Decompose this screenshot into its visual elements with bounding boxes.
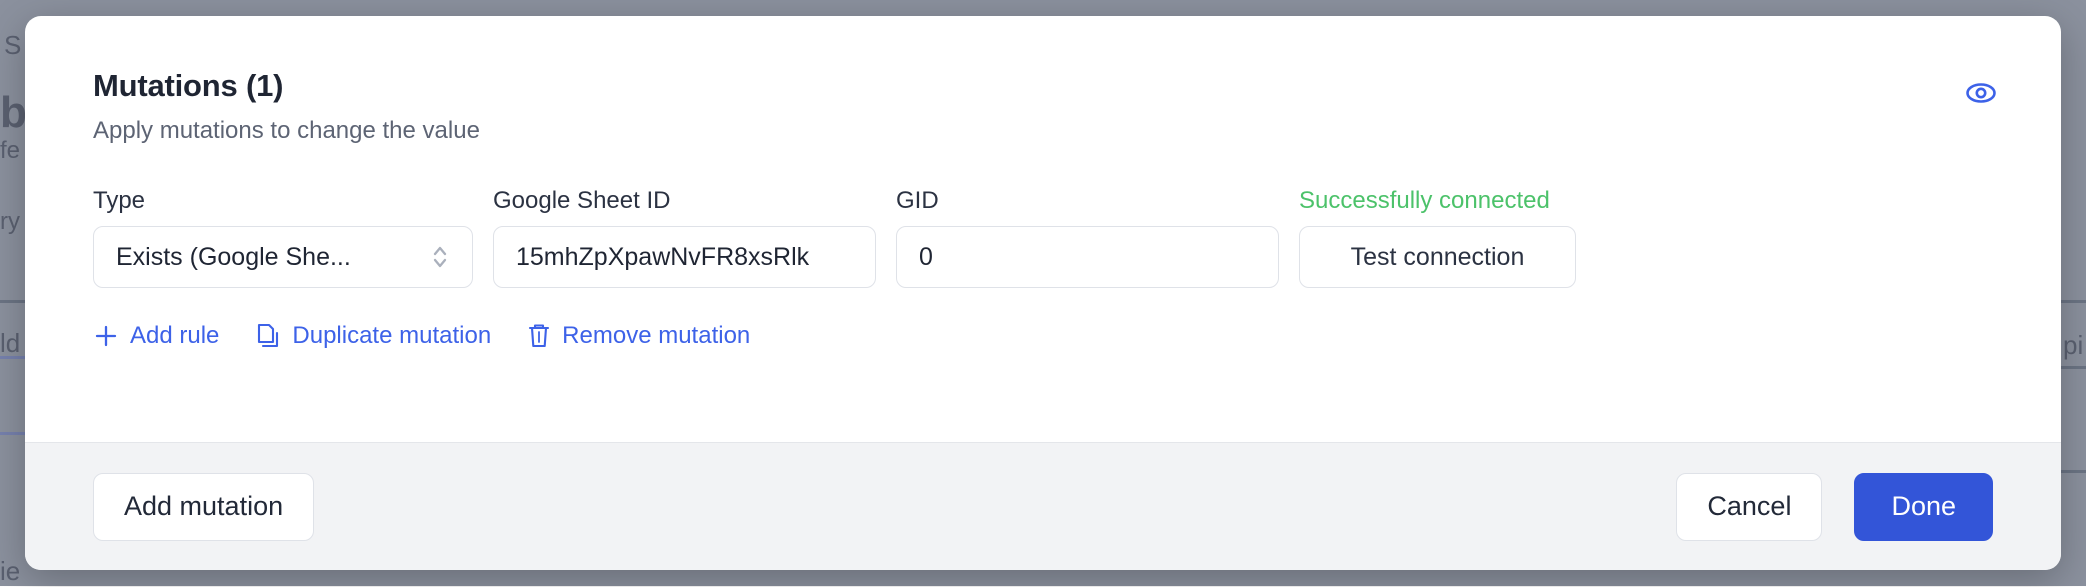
background-text-fragment: b: [0, 88, 27, 138]
type-field-group: Type Exists (Google She...: [93, 189, 473, 288]
type-select[interactable]: Exists (Google She...: [93, 226, 473, 288]
connection-group: Successfully connected Test connection: [1299, 189, 1576, 288]
background-text-fragment: ie: [0, 556, 20, 587]
footer-actions: Cancel Done: [1676, 473, 1993, 541]
test-connection-button[interactable]: Test connection: [1299, 226, 1576, 288]
copy-icon: [255, 322, 281, 350]
background-text-fragment: ld: [0, 328, 20, 359]
eye-icon: [1964, 81, 1998, 110]
type-field-label: Type: [93, 189, 473, 213]
duplicate-mutation-link[interactable]: Duplicate mutation: [255, 322, 491, 350]
gid-field-group: GID 0: [896, 189, 1279, 288]
sheet-id-input[interactable]: 15mhZpXpawNvFR8xsRlk: [493, 226, 876, 288]
mutation-field-row: Type Exists (Google She... Google Sheet …: [93, 189, 1993, 288]
mutation-item: Type Exists (Google She... Google Sheet …: [25, 189, 2061, 350]
add-rule-link[interactable]: Add rule: [93, 323, 219, 349]
background-text-fragment: pi: [2063, 330, 2083, 361]
plus-icon: [93, 323, 119, 349]
background-text-fragment: ry: [0, 208, 20, 236]
dialog-footer: Add mutation Cancel Done: [25, 442, 2061, 570]
mutations-dialog: Mutations (1) Apply mutations to change …: [25, 16, 2061, 570]
sheet-id-field-label: Google Sheet ID: [493, 189, 876, 213]
gid-input[interactable]: 0: [896, 226, 1279, 288]
remove-mutation-link[interactable]: Remove mutation: [527, 322, 750, 350]
background-text-fragment: S: [4, 30, 21, 61]
remove-mutation-label: Remove mutation: [562, 324, 750, 348]
dialog-header: Mutations (1) Apply mutations to change …: [25, 16, 2061, 143]
dialog-subtitle: Apply mutations to change the value: [93, 119, 1997, 143]
preview-toggle-button[interactable]: [1959, 78, 2003, 112]
chevron-up-down-icon: [430, 242, 450, 272]
dialog-title: Mutations (1): [93, 70, 1997, 101]
connection-status-text: Successfully connected: [1299, 189, 1576, 213]
mutation-actions: Add rule Duplicate mutation: [93, 322, 1993, 350]
background-text-fragment: fe: [0, 137, 20, 165]
type-select-value: Exists (Google She...: [116, 245, 351, 270]
add-rule-label: Add rule: [130, 324, 219, 348]
gid-field-label: GID: [896, 189, 1279, 213]
add-mutation-button[interactable]: Add mutation: [93, 473, 314, 541]
done-button[interactable]: Done: [1854, 473, 1993, 541]
duplicate-mutation-label: Duplicate mutation: [292, 324, 491, 348]
sheet-id-field-group: Google Sheet ID 15mhZpXpawNvFR8xsRlk: [493, 189, 876, 288]
cancel-button[interactable]: Cancel: [1676, 473, 1822, 541]
trash-icon: [527, 322, 551, 350]
